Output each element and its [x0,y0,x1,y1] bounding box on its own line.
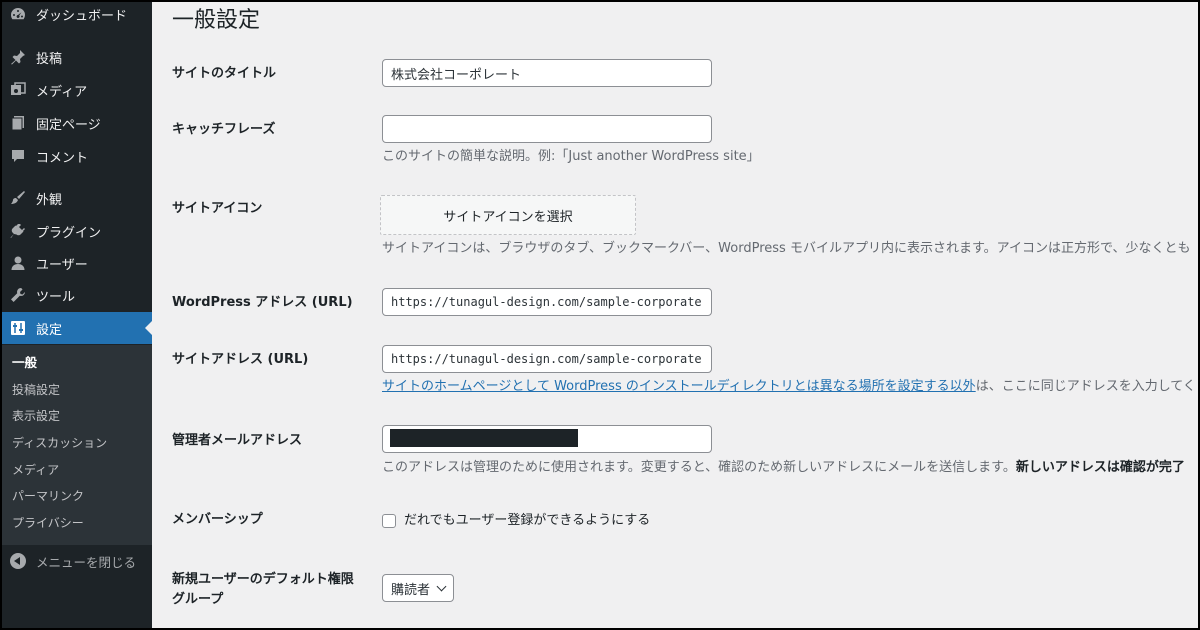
submenu-item-privacy[interactable]: プライバシー [12,513,84,533]
site-icon-description: サイトアイコンは、ブラウザのタブ、ブックマークバー、WordPress モバイル… [382,241,1191,256]
admin-email-description-bold: 新しいアドレスは確認が完了 [1015,460,1185,475]
menu-item-settings[interactable]: 設定 [2,312,153,344]
tagline-label: キャッチフレーズ [172,122,276,137]
submenu-item-reading[interactable]: 表示設定 [12,406,60,426]
pin-icon [10,49,26,65]
site-icon-label: サイトアイコン [172,201,263,216]
tagline-description: このサイトの簡単な説明。例:「Just another WordPress si… [382,149,760,164]
membership-label: メンバーシップ [172,512,263,527]
wp-admin-window: ダッシュボード 投稿 メディア 固定ページ コメント 外観 プラグイン ユーザー… [2,2,1198,628]
default-role-label-line1: 新規ユーザーのデフォルト権限 [172,572,354,587]
collapse-arrow-icon [10,553,26,569]
menu-item-tools[interactable]: ツール [2,279,152,311]
dashboard-icon [10,6,26,22]
menu-item-pages[interactable]: 固定ページ [2,107,152,139]
site-title-input[interactable] [382,59,712,87]
site-address-input[interactable] [382,345,712,373]
menu-item-appearance[interactable]: 外観 [2,182,152,214]
menu-item-label: メディア [36,84,88,100]
menu-item-users[interactable]: ユーザー [2,247,152,279]
chevron-down-icon [436,581,447,592]
menu-item-comments[interactable]: コメント [2,140,152,172]
default-role-select[interactable]: 購読者 [382,574,454,602]
wordpress-address-input[interactable] [382,288,712,316]
menu-item-label: ユーザー [36,257,88,273]
wrench-icon [10,287,26,303]
page-title: 一般設定 [172,8,261,33]
settings-content: 一般設定 サイトのタイトル キャッチフレーズ このサイトの簡単な説明。例:「Ju… [152,2,1198,628]
admin-sidebar: ダッシュボード 投稿 メディア 固定ページ コメント 外観 プラグイン ユーザー… [2,2,153,628]
wordpress-address-label: WordPress アドレス (URL) [172,295,353,310]
menu-item-posts[interactable]: 投稿 [2,41,152,73]
default-role-label-line2: グループ [172,592,224,607]
menu-item-label: コメント [36,150,89,166]
site-address-label: サイトアドレス (URL) [172,352,309,367]
settings-submenu: 一般 投稿設定 表示設定 ディスカッション メディア パーマリンク プライバシー [2,345,152,545]
tagline-input[interactable] [382,115,712,143]
default-role-label: 新規ユーザーのデフォルト権限 グループ [172,570,372,610]
select-site-icon-button[interactable]: サイトアイコンを選択 [380,195,636,235]
menu-item-label: 設定 [36,322,63,338]
site-address-description: サイトのホームページとして WordPress のインストールディレクトリとは異… [382,378,1196,396]
site-title-label: サイトのタイトル [172,66,277,81]
menu-item-dashboard[interactable]: ダッシュボード [2,2,152,30]
brush-icon [10,190,26,206]
submenu-item-general[interactable]: 一般 [12,353,37,373]
menu-item-label: プラグイン [36,225,102,241]
membership-checkbox-label[interactable]: だれでもユーザー登録ができるようにする [404,511,650,531]
admin-email-label: 管理者メールアドレス [172,433,303,448]
submenu-item-discussion[interactable]: ディスカッション [12,433,107,453]
menu-item-media[interactable]: メディア [2,74,152,106]
submenu-item-writing[interactable]: 投稿設定 [12,380,60,400]
menu-item-label: 外観 [36,192,63,208]
admin-email-description: このアドレスは管理のために使用されます。変更すると、確認のため新しいアドレスにメ… [382,459,1185,477]
submenu-item-media[interactable]: メディア [12,460,59,480]
comment-icon [10,148,26,164]
page-icon [10,115,26,131]
collapse-menu-button[interactable]: メニューを閉じる [2,545,152,577]
default-role-selected: 購読者 [391,582,431,598]
menu-item-label: ツール [36,289,76,305]
admin-email-description-text: このアドレスは管理のために使用されます。変更すると、確認のため新しいアドレスにメ… [382,460,1016,475]
collapse-menu-label: メニューを閉じる [36,554,137,570]
menu-item-label: 固定ページ [36,117,101,133]
user-icon [10,255,26,271]
membership-checkbox[interactable] [382,514,396,528]
menu-item-plugins[interactable]: プラグイン [2,215,152,247]
menu-item-label: 投稿 [36,51,63,67]
plugin-icon [10,223,26,239]
media-icon [10,82,26,98]
site-address-description-text: は、ここに同じアドレスを入力してく [975,379,1196,394]
site-address-help-link[interactable]: サイトのホームページとして WordPress のインストールディレクトリとは異… [382,379,976,394]
menu-item-label: ダッシュボード [36,8,128,24]
redacted-email [390,429,578,447]
submenu-item-permalinks[interactable]: パーマリンク [12,486,84,506]
settings-icon [10,320,26,336]
